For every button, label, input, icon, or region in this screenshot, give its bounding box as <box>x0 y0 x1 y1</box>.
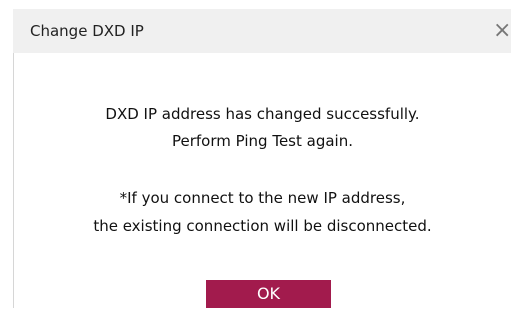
dialog-title: Change DXD IP <box>30 22 144 40</box>
ping-test-message: Perform Ping Test again. <box>172 132 353 150</box>
new-ip-warning-message: *If you connect to the new IP address, <box>119 189 406 207</box>
success-message: DXD IP address has changed successfully. <box>105 105 420 123</box>
change-dxd-ip-dialog: Change DXD IP × DXD IP address has chang… <box>0 0 511 318</box>
close-icon[interactable]: × <box>493 17 511 45</box>
dialog-left-border <box>13 53 14 308</box>
ok-button[interactable]: OK <box>206 280 331 308</box>
disconnection-warning-message: the existing connection will be disconne… <box>93 217 432 235</box>
dialog-titlebar: Change DXD IP × <box>13 9 511 53</box>
